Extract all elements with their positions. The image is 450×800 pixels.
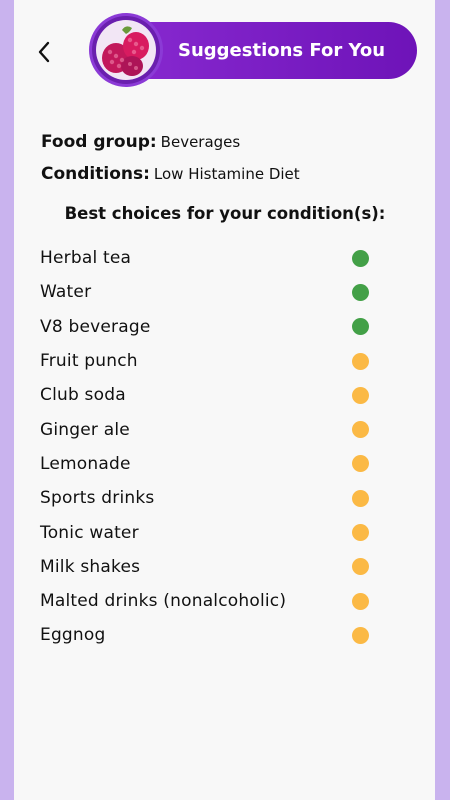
list-item: V8 beverage xyxy=(40,310,380,344)
item-name: Tonic water xyxy=(40,522,139,543)
item-name: Sports drinks xyxy=(40,488,155,509)
list-item: Lemonade xyxy=(40,447,380,481)
item-name: Malted drinks (nonalcoholic) xyxy=(40,591,287,612)
status-dot-icon xyxy=(352,421,369,439)
list-item: Fruit punch xyxy=(40,344,380,378)
list-item: Herbal tea xyxy=(40,241,380,275)
status-dot-icon xyxy=(352,524,369,542)
item-name: Ginger ale xyxy=(40,419,130,440)
item-name: Eggnog xyxy=(40,625,106,646)
list-item: Milk shakes xyxy=(40,550,380,584)
status-dot-icon xyxy=(352,386,369,404)
status-dot-icon xyxy=(352,318,369,336)
conditions-line: Conditions: Low Histamine Diet xyxy=(41,164,300,184)
list-item: Tonic water xyxy=(40,515,380,549)
list-item: Ginger ale xyxy=(40,412,380,446)
list-item: Water xyxy=(40,275,380,309)
suggestion-list: Herbal tea Water V8 beverage Fruit punch… xyxy=(40,241,380,653)
conditions-label: Conditions: xyxy=(41,164,150,184)
status-dot-icon xyxy=(352,626,369,644)
status-dot-icon xyxy=(352,455,369,473)
status-dot-icon xyxy=(352,558,369,576)
list-item: Club soda xyxy=(40,378,380,412)
status-dot-icon xyxy=(352,352,369,370)
food-group-value: Beverages xyxy=(160,133,241,151)
page-title: Suggestions For You xyxy=(178,40,386,61)
status-dot-icon xyxy=(352,592,369,610)
food-group-line: Food group: Beverages xyxy=(41,132,240,152)
list-item: Malted drinks (nonalcoholic) xyxy=(40,584,380,618)
item-name: Water xyxy=(40,282,92,303)
item-name: Fruit punch xyxy=(40,351,138,372)
food-group-label: Food group: xyxy=(41,132,157,152)
chevron-left-icon xyxy=(38,41,50,63)
status-dot-icon xyxy=(352,249,369,267)
back-button[interactable] xyxy=(28,36,60,68)
item-name: Milk shakes xyxy=(40,556,141,577)
conditions-value: Low Histamine Diet xyxy=(153,165,300,183)
list-subtitle: Best choices for your condition(s): xyxy=(64,204,386,223)
item-name: Lemonade xyxy=(40,453,131,474)
raspberry-image xyxy=(92,16,160,84)
status-dot-icon xyxy=(352,283,369,301)
list-item: Eggnog xyxy=(40,618,380,652)
list-item: Sports drinks xyxy=(40,481,380,515)
item-name: V8 beverage xyxy=(40,316,151,337)
status-dot-icon xyxy=(352,489,369,507)
item-name: Herbal tea xyxy=(40,248,132,269)
item-name: Club soda xyxy=(40,385,126,406)
